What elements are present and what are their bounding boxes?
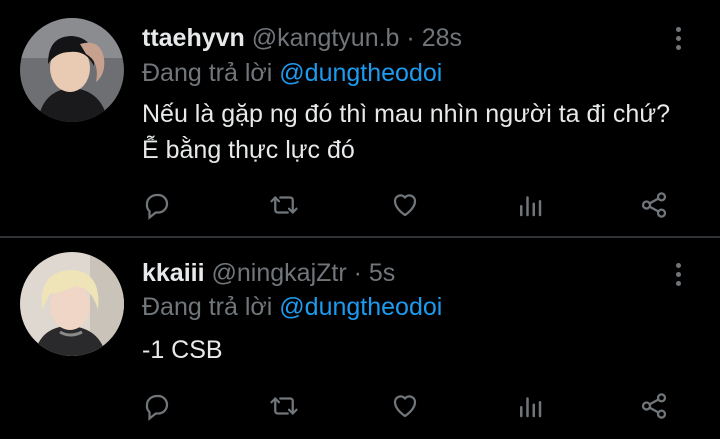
user-handle[interactable]: @ningkajZtr [212,259,347,287]
reply-mention-link[interactable]: @dungtheodoi [279,59,442,87]
heart-icon[interactable] [385,386,425,426]
timestamp[interactable]: 5s [369,259,395,287]
retweet-icon[interactable] [264,185,304,225]
user-handle[interactable]: @kangtyun.b [252,24,400,52]
reply-icon[interactable] [137,185,177,225]
tweet-text: Nếu là gặp ng đó thì mau nhìn người ta đ… [142,100,670,164]
tweet-actions [0,185,720,225]
tweet-actions [0,386,720,426]
separator-dot: · [406,24,415,52]
retweet-icon[interactable] [264,386,304,426]
share-icon[interactable] [634,185,674,225]
tweet-text: -1 CSB [142,336,223,364]
more-vertical-icon[interactable] [664,256,692,292]
tweet[interactable]: kkaiii @ningkajZtr · 5s Đang trả lời @du… [0,238,720,439]
reply-context: Đang trả lời @dungtheodoi [142,293,442,322]
more-vertical-icon[interactable] [664,20,692,56]
display-name[interactable]: ttaehyvn [142,24,245,52]
avatar[interactable] [20,18,124,122]
reply-mention-link[interactable]: @dungtheodoi [279,293,442,321]
reply-prefix: Đang trả lời [142,59,273,87]
avatar[interactable] [20,252,124,356]
timestamp[interactable]: 28s [422,24,462,52]
tweet-header: kkaiii @ningkajZtr · 5s [142,259,395,288]
reply-context: Đang trả lời @dungtheodoi [142,59,442,88]
share-icon[interactable] [634,386,674,426]
reply-prefix: Đang trả lời [142,293,273,321]
reply-icon[interactable] [137,386,177,426]
separator-dot: · [353,259,362,287]
display-name[interactable]: kkaiii [142,259,205,287]
heart-icon[interactable] [385,185,425,225]
views-icon[interactable] [510,386,550,426]
views-icon[interactable] [510,185,550,225]
tweet[interactable]: ttaehyvn @kangtyun.b · 28s Đang trả lời … [0,0,720,236]
tweet-header: ttaehyvn @kangtyun.b · 28s [142,24,462,53]
